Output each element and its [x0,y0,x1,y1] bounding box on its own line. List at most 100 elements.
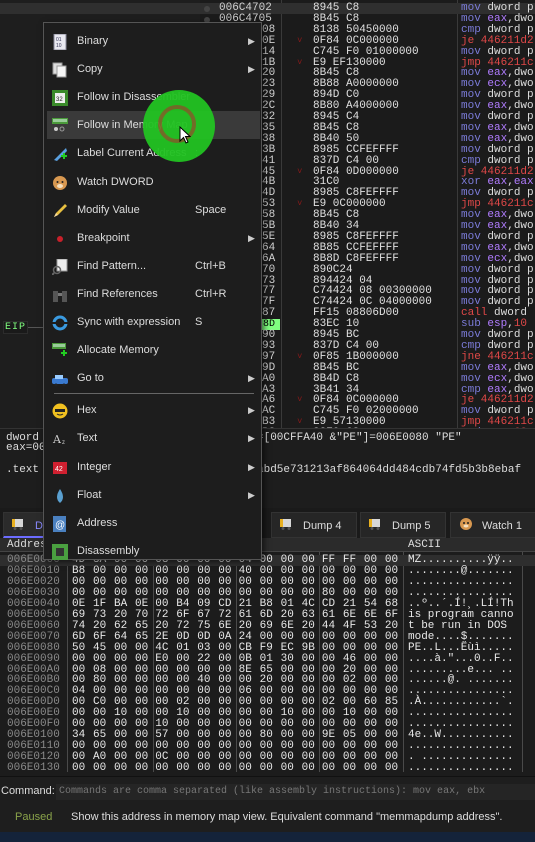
hex-byte[interactable]: 00 [114,653,127,665]
hex-byte[interactable]: 00 [93,763,106,774]
hex-byte[interactable]: 00 [364,763,377,774]
menu-item-copy[interactable]: Copy ▶ [47,55,260,83]
header-ascii[interactable]: ASCII [408,538,441,552]
hex-byte[interactable]: 00 [218,642,231,654]
menu-item-binary[interactable]: 01 10 Binary ▶ [47,27,260,55]
hex-byte[interactable]: F9 [260,642,273,654]
tab-watch-1[interactable]: Watch 1 [450,512,535,538]
menu-item-float[interactable]: Float ▶ [47,481,260,509]
hex-byte[interactable]: 00 [322,642,335,654]
hex-byte[interactable]: 00 [135,642,148,654]
hex-byte[interactable]: 00 [135,763,148,774]
hex-byte[interactable]: 00 [260,763,273,774]
hex-byte[interactable]: 00 [322,631,335,643]
hex-byte[interactable]: 64 [114,631,127,643]
hex-byte[interactable]: 01 [260,653,273,665]
menu-item-breakpoint[interactable]: Breakpoint ▶ [47,224,260,252]
hex-byte[interactable]: 00 [302,631,315,643]
hex-byte[interactable]: 00 [343,763,356,774]
hex-byte[interactable]: 00 [385,631,398,643]
hex-byte[interactable]: 0D [197,631,210,643]
hex-byte[interactable]: 65 [135,631,148,643]
hex-byte[interactable]: EC [281,642,294,654]
hex-byte[interactable]: 00 [364,653,377,665]
hex-byte[interactable]: 6D [72,631,85,643]
jump-arrow-icon: ˅ [297,35,303,46]
command-input[interactable]: Commands are comma separated (like assem… [56,784,535,800]
dump-row[interactable]: 006E0070 6D 6F 64 65 2E 0D 0D 0A 24 00 00 00 00 00 00 00… [0,631,535,643]
hex-byte[interactable]: 00 [260,631,273,643]
menu-item-shortcut: Ctrl+R [195,287,227,300]
breakpoint-dot[interactable] [204,6,210,12]
instruction-address: 87 [262,307,276,320]
hex-byte[interactable]: 00 [135,653,148,665]
hex-byte[interactable]: 00 [155,763,168,774]
hex-byte[interactable]: 9B [302,642,315,654]
hex-byte[interactable]: 0A [218,631,231,643]
hex-byte[interactable]: 00 [72,653,85,665]
dump-row[interactable]: 006E0080 50 45 00 00 4C 01 03 00 CB F9 EC 9B 00 00 00 00… [0,642,535,654]
menu-item-find-references[interactable]: Find References Ctrl+R [47,280,260,308]
hex-byte[interactable]: 00 [302,763,315,774]
menu-item-integer[interactable]: 42 Integer ▶ [47,453,260,481]
hex-byte[interactable]: 00 [197,763,210,774]
menu-item-find-pattern[interactable]: Find Pattern... Ctrl+B [47,252,260,280]
hex-byte[interactable]: 0B [239,653,252,665]
tab-dump-5[interactable]: Dump 5 [360,512,446,538]
hex-byte[interactable]: 00 [343,631,356,643]
hex-byte[interactable]: 22 [197,653,210,665]
hex-byte[interactable]: CB [239,642,252,654]
hex-byte[interactable]: 00 [281,763,294,774]
tab-label: Dump 5 [392,520,431,532]
menu-item-disassembly[interactable]: Disassembly [47,537,260,565]
hex-dump-view[interactable]: Address ASCII 006E0000 4D 5A 90 00 03 00 00 00 04… [0,538,535,776]
menu-item-text[interactable]: Az Text ▶ [47,424,260,452]
hex-byte[interactable]: 00 [281,631,294,643]
hex-byte[interactable]: 00 [343,642,356,654]
menu-item-sync-with-expression[interactable]: Sync with expression S [47,308,260,336]
menu-item-address[interactable]: @ Address [47,509,260,537]
hex-byte[interactable]: 00 [322,763,335,774]
hex-byte[interactable]: 0D [176,631,189,643]
hex-byte[interactable]: 00 [364,642,377,654]
hex-icon [52,402,68,419]
hex-byte[interactable]: 01 [176,642,189,654]
dump-row[interactable]: 006E0130 00 00 00 00 00 00 00 00 00 00 00 00 00 00 00 00… [0,763,535,774]
hex-byte[interactable]: 00 [114,763,127,774]
hex-byte[interactable]: 30 [281,653,294,665]
menu-item-label: Integer [77,460,112,473]
hex-byte[interactable]: 24 [239,631,252,643]
menu-item-label: Find References [77,287,158,300]
menu-item-go-to[interactable]: Go to ▶ [47,364,260,392]
hex-byte[interactable]: 6F [93,631,106,643]
hex-byte[interactable]: 00 [322,653,335,665]
hex-byte[interactable]: 45 [93,642,106,654]
hex-byte[interactable]: 00 [93,653,106,665]
hex-byte[interactable]: 00 [218,653,231,665]
dump-row[interactable]: 006E0090 00 00 00 00 E0 00 22 00 0B 01 30 00 00 46 00 00… [0,653,535,665]
hex-byte[interactable]: 00 [302,653,315,665]
tab-dump-4[interactable]: Dump 4 [271,512,357,538]
hex-byte[interactable]: 00 [218,763,231,774]
hex-byte[interactable]: 4C [155,642,168,654]
hex-byte[interactable]: 00 [239,763,252,774]
hex-byte[interactable]: 00 [176,653,189,665]
hex-byte[interactable]: 50 [72,642,85,654]
hex-byte[interactable]: 00 [385,653,398,665]
hex-byte[interactable]: 03 [197,642,210,654]
hex-byte[interactable]: 00 [385,642,398,654]
info-line-3-left: .text [6,464,40,476]
hex-byte[interactable]: 00 [364,631,377,643]
hex-byte[interactable]: 00 [385,763,398,774]
menu-item-watch-dword[interactable]: Watch DWORD [47,168,260,196]
hex-byte[interactable]: 00 [114,642,127,654]
menu-item-allocate-memory[interactable]: Allocate Memory [47,336,260,364]
menu-item-modify-value[interactable]: Modify Value Space [47,196,260,224]
hex-byte[interactable]: E0 [155,653,168,665]
hex-byte[interactable]: 2E [155,631,168,643]
hex-byte[interactable]: 00 [72,763,85,774]
hex-byte[interactable]: 46 [343,653,356,665]
hex-byte[interactable]: 00 [176,763,189,774]
menu-item-shortcut: S [195,316,203,328]
menu-item-hex[interactable]: Hex ▶ [47,396,260,424]
